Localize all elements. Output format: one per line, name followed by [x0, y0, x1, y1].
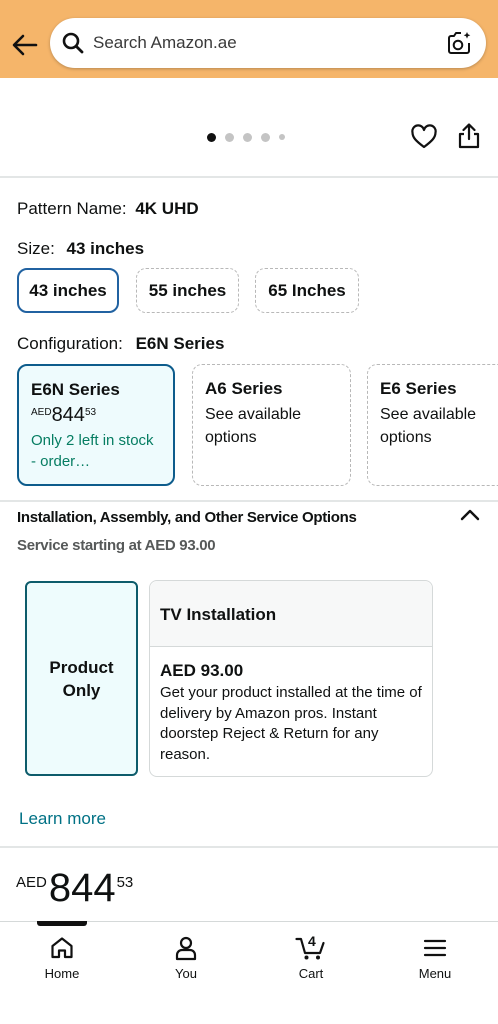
nav-you-label: You — [175, 966, 197, 981]
camera-search-icon[interactable] — [446, 30, 472, 56]
price-whole: 844 — [51, 404, 85, 426]
nav-home-label: Home — [44, 966, 80, 981]
share-icon[interactable] — [456, 122, 482, 150]
learn-more-link[interactable]: Learn more — [19, 809, 106, 829]
pattern-label: Pattern Name: — [17, 199, 127, 218]
cart-count-badge: 4 — [308, 933, 316, 949]
price-currency: AED — [31, 407, 52, 418]
section-divider — [0, 846, 498, 848]
nav-menu-label: Menu — [418, 966, 452, 981]
config-option-e6n[interactable]: E6N Series AED 844 53 Only 2 left in sto… — [17, 364, 175, 486]
tv-installation-price: AED 93.00 — [160, 661, 244, 680]
size-row: Size: 43 inches — [17, 239, 144, 259]
config-subtitle: See available options — [380, 406, 477, 446]
services-title: Installation, Assembly, and Other Servic… — [17, 509, 357, 526]
carousel-dot[interactable] — [261, 132, 270, 142]
config-title: E6N Series — [31, 380, 120, 399]
stock-status: Only 2 left in stock - order… — [31, 432, 154, 470]
size-label: Size: — [17, 239, 55, 258]
carousel-dot[interactable] — [207, 132, 216, 142]
carousel-dot[interactable] — [279, 134, 285, 140]
search-icon — [61, 31, 85, 55]
home-icon — [51, 937, 73, 959]
nav-home[interactable]: Home — [22, 935, 102, 995]
nav-cart[interactable]: 4 Cart — [271, 933, 351, 995]
nav-you[interactable]: You — [146, 935, 226, 995]
nav-menu[interactable]: Menu — [395, 935, 475, 995]
chevron-up-icon[interactable] — [459, 506, 481, 524]
search-placeholder: Search Amazon.ae — [93, 33, 237, 52]
search-input[interactable]: Search Amazon.ae — [50, 18, 486, 68]
heart-icon[interactable] — [410, 123, 438, 151]
price-fraction: 53 — [116, 874, 134, 891]
carousel-dots — [207, 132, 285, 142]
size-option-55[interactable]: 55 inches — [136, 268, 239, 313]
product-only-option[interactable]: Product Only — [25, 581, 138, 776]
back-arrow-icon[interactable] — [10, 30, 40, 60]
price-currency: AED — [16, 874, 47, 891]
config-title: E6 Series — [380, 379, 457, 398]
tv-installation-title: TV Installation — [150, 581, 432, 647]
config-price: AED 844 53 — [31, 404, 161, 426]
carousel-dot[interactable] — [243, 132, 252, 142]
pattern-row: Pattern Name: 4K UHD — [17, 199, 199, 219]
price-fraction: 53 — [84, 407, 97, 418]
size-value: 43 inches — [66, 239, 145, 258]
configuration-row: Configuration: E6N Series — [17, 334, 224, 354]
product-price: AED 844 53 — [16, 866, 133, 910]
user-icon — [175, 936, 197, 961]
nav-cart-label: Cart — [298, 966, 324, 981]
active-tab-indicator — [37, 921, 87, 926]
config-option-a6[interactable]: A6 Series See available options — [192, 364, 351, 486]
size-option-43[interactable]: 43 inches — [17, 268, 119, 313]
pattern-value: 4K UHD — [135, 199, 199, 218]
top-header: Search Amazon.ae — [0, 0, 498, 78]
configuration-value: E6N Series — [135, 334, 225, 353]
configuration-label: Configuration: — [17, 334, 123, 353]
tv-installation-description: Get your product installed at the time o… — [160, 684, 422, 763]
config-subtitle: See available options — [205, 406, 302, 446]
price-whole: 844 — [48, 866, 116, 910]
services-subtitle: Service starting at AED 93.00 — [17, 537, 216, 554]
tv-installation-option[interactable]: TV Installation AED 93.00 Get your produ… — [149, 580, 433, 777]
config-title: A6 Series — [205, 379, 283, 398]
menu-icon — [423, 939, 447, 957]
size-option-65[interactable]: 65 Inches — [255, 268, 359, 313]
config-option-e6[interactable]: E6 Series See available options — [367, 364, 498, 486]
section-divider — [0, 500, 498, 502]
carousel-dot[interactable] — [225, 132, 234, 142]
